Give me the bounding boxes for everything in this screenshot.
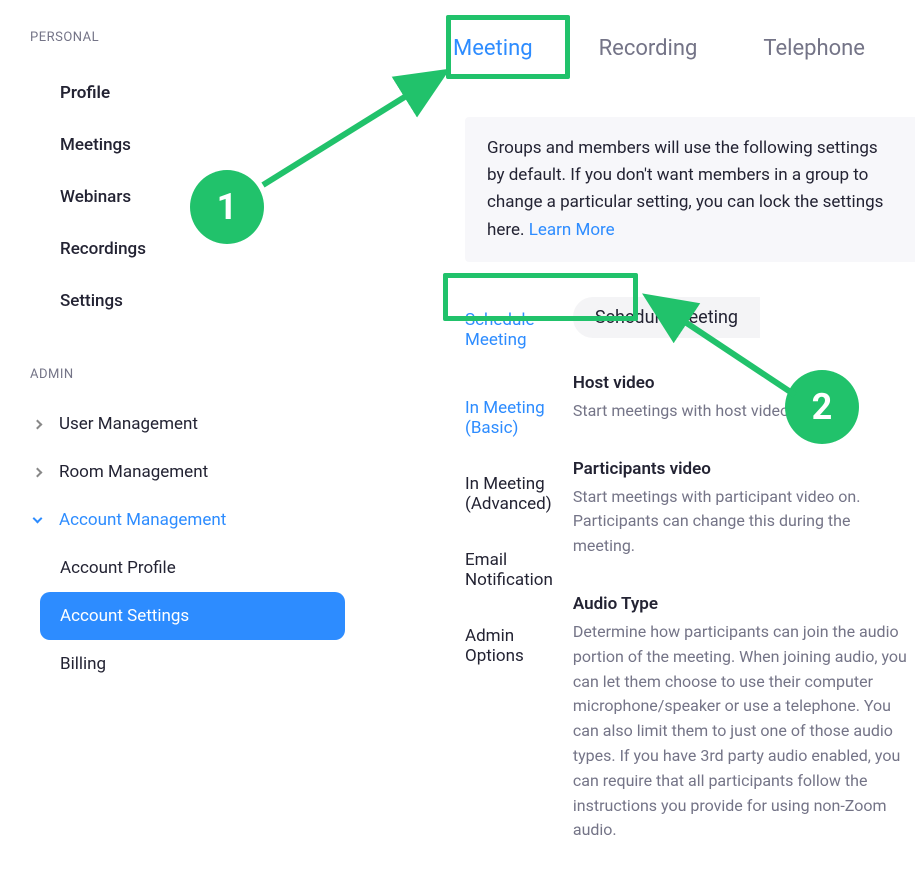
subnav-email-notification[interactable]: Email Notification [465, 537, 553, 603]
setting-title: Host video [573, 373, 915, 393]
subnav-in-meeting-basic[interactable]: In Meeting (Basic) [465, 385, 553, 451]
setting-host-video: Host video Start meetings with host vide… [573, 373, 915, 424]
sidebar-item-label: User Management [59, 414, 198, 434]
main-content: Meeting Recording Telephone Groups and m… [445, 20, 915, 878]
setting-desc: Start meetings with participant video on… [573, 485, 915, 559]
sidebar-subitem-account-profile[interactable]: Account Profile [30, 544, 345, 592]
sidebar-item-label: Room Management [59, 462, 208, 482]
chevron-right-icon [33, 467, 43, 477]
sidebar: PERSONAL Profile Meetings Webinars Recor… [0, 0, 375, 765]
sidebar-item-account-management[interactable]: Account Management [30, 496, 375, 544]
settings-subnav: Schedule Meeting In Meeting (Basic) In M… [445, 297, 553, 878]
setting-title: Participants video [573, 459, 915, 479]
personal-header: PERSONAL [30, 30, 375, 45]
sidebar-subitem-billing[interactable]: Billing [30, 640, 345, 688]
sidebar-item-recordings[interactable]: Recordings [30, 223, 375, 275]
settings-column: Schedule Meeting Host video Start meetin… [553, 297, 915, 878]
sidebar-item-room-management[interactable]: Room Management [30, 448, 375, 496]
info-banner: Groups and members will use the followin… [465, 117, 915, 262]
tab-meeting[interactable]: Meeting [445, 20, 541, 77]
subnav-schedule-meeting[interactable]: Schedule Meeting [465, 297, 553, 363]
setting-desc: Start meetings with host video on [573, 399, 915, 424]
tab-recording[interactable]: Recording [591, 20, 706, 77]
sidebar-item-meetings[interactable]: Meetings [30, 119, 375, 171]
sidebar-item-label: Account Management [59, 510, 226, 530]
sidebar-subitem-account-settings[interactable]: Account Settings [40, 592, 345, 640]
tab-telephone[interactable]: Telephone [755, 20, 873, 77]
chevron-right-icon [33, 419, 43, 429]
setting-desc: Determine how participants can join the … [573, 620, 915, 843]
section-pill: Schedule Meeting [573, 297, 760, 338]
sidebar-item-settings[interactable]: Settings [30, 275, 375, 327]
setting-title: Audio Type [573, 594, 915, 614]
sidebar-item-webinars[interactable]: Webinars [30, 171, 375, 223]
setting-participants-video: Participants video Start meetings with p… [573, 459, 915, 559]
setting-audio-type: Audio Type Determine how participants ca… [573, 594, 915, 843]
tabs: Meeting Recording Telephone [445, 20, 915, 77]
admin-header: ADMIN [30, 367, 375, 382]
sidebar-item-user-management[interactable]: User Management [30, 400, 375, 448]
chevron-down-icon [33, 513, 43, 523]
subnav-in-meeting-advanced[interactable]: In Meeting (Advanced) [465, 461, 553, 527]
subnav-admin-options[interactable]: Admin Options [465, 613, 553, 679]
sidebar-item-profile[interactable]: Profile [30, 67, 375, 119]
learn-more-link[interactable]: Learn More [529, 220, 615, 240]
